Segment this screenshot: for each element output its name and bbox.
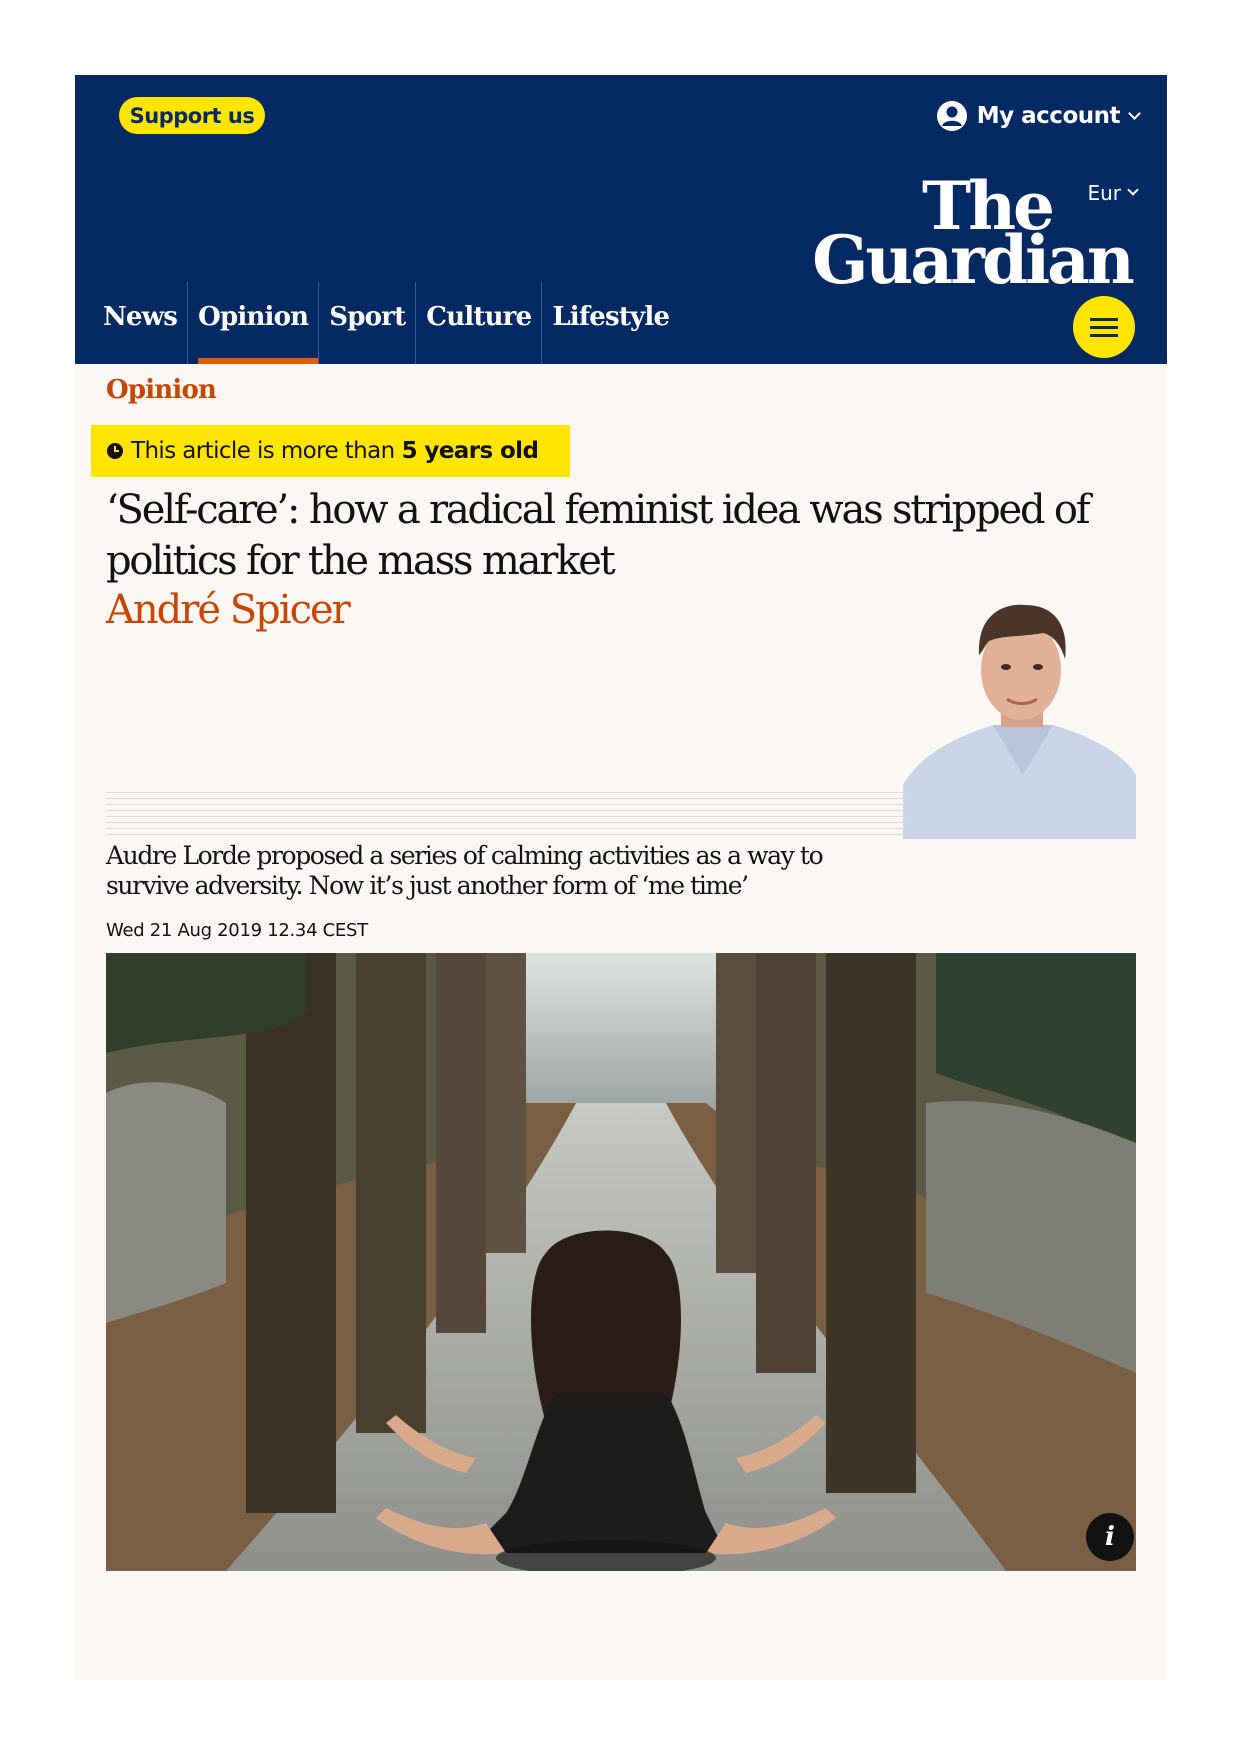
primary-nav: News Opinion Sport Culture Lifestyle <box>93 282 679 364</box>
menu-icon-bar <box>1090 333 1118 337</box>
my-account-label: My account <box>976 103 1121 129</box>
user-icon <box>936 101 967 131</box>
age-notice-text: This article is more than <box>131 438 395 464</box>
support-us-button[interactable]: Support us <box>119 97 265 134</box>
edition-selector[interactable]: Eur <box>1087 181 1139 205</box>
nav-item-sport[interactable]: Sport <box>319 282 417 364</box>
logo-line-2: Guardian <box>812 221 1135 299</box>
image-info-button[interactable]: i <box>1086 1513 1134 1561</box>
page: Support us My account The Guardian Eur N… <box>75 75 1167 1680</box>
article-headline: ‘Self-care’: how a radical feminist idea… <box>106 487 1091 584</box>
hamburger-menu-button[interactable] <box>1073 296 1135 358</box>
nav-item-news[interactable]: News <box>93 282 189 364</box>
menu-icon-bar <box>1090 325 1118 329</box>
author-photo <box>903 575 1136 839</box>
article-standfirst: Audre Lorde proposed a series of calming… <box>106 841 824 900</box>
age-notice-emphasis: 5 years old <box>401 438 539 464</box>
article-age-notice: This article is more than 5 years old <box>91 425 570 477</box>
edition-label: Eur <box>1087 181 1121 205</box>
main-article-image: i <box>106 953 1136 1571</box>
chevron-down-icon <box>1127 184 1139 196</box>
clock-icon <box>107 443 123 459</box>
author-byline[interactable]: André Spicer <box>106 587 351 633</box>
nav-item-opinion[interactable]: Opinion <box>188 282 320 364</box>
my-account-button[interactable]: My account <box>936 97 1141 135</box>
masthead: The Guardian Eur News Opinion Sport Cult… <box>75 157 1167 364</box>
decorative-rules <box>106 792 906 840</box>
nav-item-lifestyle[interactable]: Lifestyle <box>542 282 679 364</box>
menu-icon-bar <box>1090 317 1118 321</box>
section-kicker[interactable]: Opinion <box>106 375 217 405</box>
chevron-down-icon <box>1128 106 1141 120</box>
nav-item-culture[interactable]: Culture <box>416 282 543 364</box>
article-dateline: Wed 21 Aug 2019 12.34 CEST <box>106 920 368 941</box>
top-bar: Support us My account <box>75 75 1167 157</box>
